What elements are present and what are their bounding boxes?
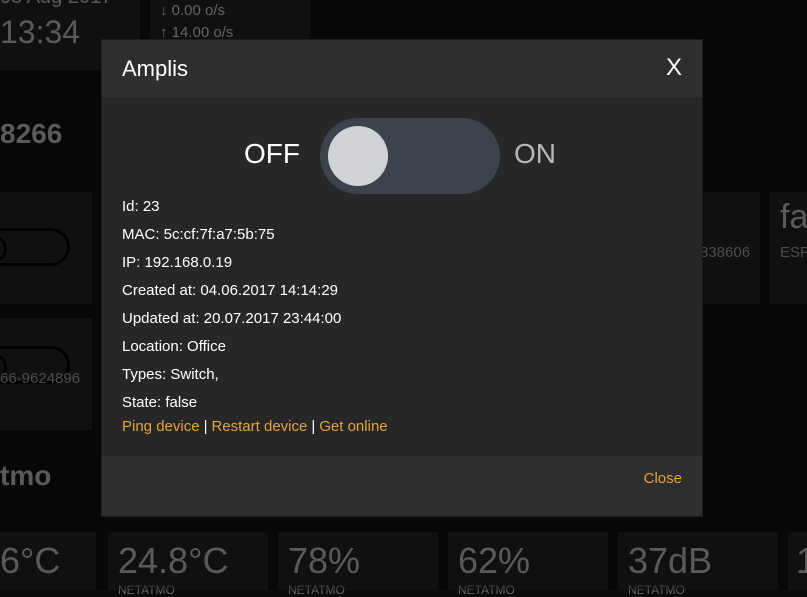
- modal-footer: Close: [102, 456, 702, 516]
- info-updated: Updated at: 20.07.2017 23:44:00: [122, 310, 342, 327]
- info-location: Location: Office: [122, 338, 226, 355]
- device-info: Id: 23 MAC: 5c:cf:7f:a7:5b:75 IP: 192.16…: [122, 198, 341, 422]
- close-button[interactable]: Close: [644, 470, 682, 487]
- modal-title: Amplis: [122, 56, 189, 81]
- info-id: Id: 23: [122, 198, 160, 215]
- power-toggle[interactable]: [320, 118, 500, 194]
- separator: |: [203, 418, 208, 435]
- device-modal: Amplis X OFF ON Id: 23 MAC: 5c:cf:7f:a7:…: [102, 40, 702, 516]
- separator: |: [311, 418, 316, 435]
- device-actions: Ping device | Restart device | Get online: [122, 418, 388, 435]
- close-icon[interactable]: X: [666, 54, 682, 82]
- restart-device-link[interactable]: Restart device: [211, 418, 307, 435]
- toggle-knob[interactable]: [328, 126, 388, 186]
- toggle-off-label[interactable]: OFF: [244, 138, 300, 170]
- toggle-on-label[interactable]: ON: [514, 138, 556, 170]
- info-types: Types: Switch,: [122, 366, 219, 383]
- get-online-link[interactable]: Get online: [319, 418, 387, 435]
- ping-device-link[interactable]: Ping device: [122, 418, 200, 435]
- info-mac: MAC: 5c:cf:7f:a7:5b:75: [122, 226, 275, 243]
- info-created: Created at: 04.06.2017 14:14:29: [122, 282, 339, 299]
- info-ip: IP: 192.168.0.19: [122, 254, 233, 271]
- modal-header: Amplis X: [102, 40, 702, 99]
- power-toggle-row: OFF ON: [102, 118, 702, 194]
